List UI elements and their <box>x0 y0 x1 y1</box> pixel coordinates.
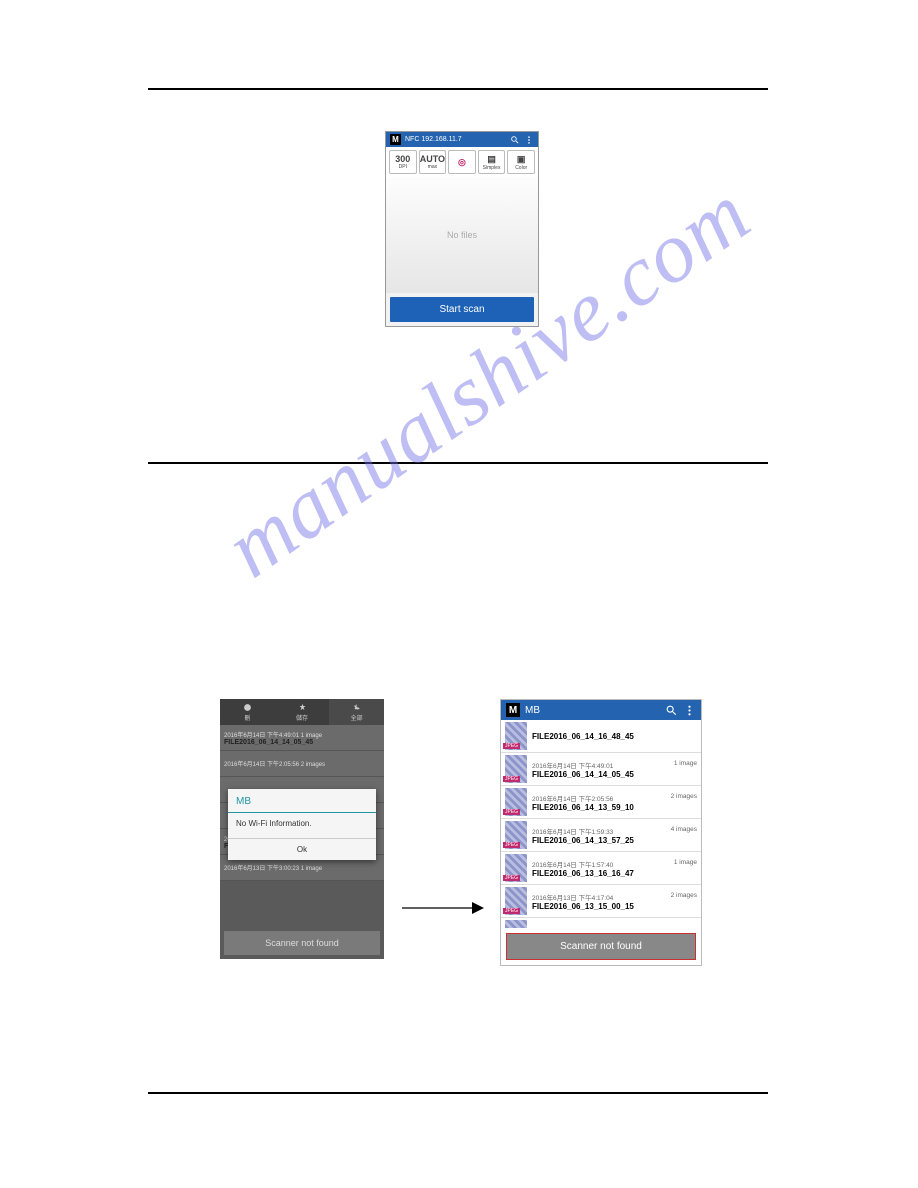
tab-delete[interactable]: 刪 <box>220 699 275 725</box>
tab-all[interactable]: 全部 <box>329 699 384 725</box>
scanner-status-button[interactable]: Scanner not found <box>506 933 696 960</box>
divider-bot <box>148 1092 768 1094</box>
dialog-message: No Wi-Fi Information. <box>228 819 376 838</box>
simplex-option[interactable]: ▤Simplex <box>478 150 506 174</box>
thumbnail-icon <box>505 854 527 882</box>
app-title: MB <box>525 705 540 716</box>
more-icon[interactable] <box>683 704 696 717</box>
divider-top <box>148 88 768 90</box>
thumbnail-icon <box>505 821 527 849</box>
list-item[interactable]: 2016年6月13日 下午4:17:042 imagesFILE2016_06_… <box>501 885 701 918</box>
app-bar: M MB <box>501 700 701 720</box>
search-icon[interactable] <box>665 704 678 717</box>
phone-screenshot-2: 刪 儲存 全部 2016年6月14日 下午4:49:01 1 imageFILE… <box>220 699 384 959</box>
scanner-status-button[interactable]: Scanner not found <box>224 931 380 955</box>
thumbnail-icon <box>505 722 527 750</box>
phone-screenshot-1: M NFC 192.168.11.7 300DPI AUTOmax ◎ ▤Sim… <box>385 131 539 327</box>
thumbnail-icon <box>505 788 527 816</box>
list-item[interactable]: FILE2016_06_14_16_48_45 <box>501 720 701 753</box>
list-item[interactable]: 2016年6月13日 下午3:00:231 image <box>501 918 701 928</box>
empty-state: No files <box>386 177 538 293</box>
list-item[interactable]: 2016年6月14日 下午1:57:401 imageFILE2016_06_1… <box>501 852 701 885</box>
app-bar: M NFC 192.168.11.7 <box>386 132 538 147</box>
list-item[interactable]: 2016年6月14日 下午2:05:562 imagesFILE2016_06_… <box>501 786 701 819</box>
search-icon[interactable] <box>510 135 520 145</box>
app-logo-icon: M <box>390 134 401 145</box>
file-list: FILE2016_06_14_16_48_45 2016年6月14日 下午4:4… <box>501 720 701 928</box>
color-option[interactable]: ▣Color <box>507 150 535 174</box>
dialog-ok-button[interactable]: Ok <box>228 838 376 860</box>
scan-options-row: 300DPI AUTOmax ◎ ▤Simplex ▣Color <box>386 147 538 177</box>
ip-address: NFC 192.168.11.7 <box>405 136 462 143</box>
auto-option[interactable]: AUTOmax <box>419 150 447 174</box>
thumbnail-icon <box>505 920 527 928</box>
phone-screenshot-3: M MB FILE2016_06_14_16_48_45 2016年6月14日 … <box>500 699 702 966</box>
start-scan-button[interactable]: Start scan <box>390 297 534 322</box>
alert-dialog: MB No Wi-Fi Information. Ok <box>228 789 376 860</box>
list-item[interactable]: 2016年6月14日 下午1:59:334 imagesFILE2016_06_… <box>501 819 701 852</box>
thumbnail-icon <box>505 887 527 915</box>
list-item[interactable]: 2016年6月14日 下午4:49:011 imageFILE2016_06_1… <box>501 753 701 786</box>
dialog-title: MB <box>228 789 376 812</box>
tab-save[interactable]: 儲存 <box>275 699 330 725</box>
more-icon[interactable] <box>524 135 534 145</box>
dpi-option[interactable]: 300DPI <box>389 150 417 174</box>
app-logo-icon: M <box>506 703 520 717</box>
format-option[interactable]: ◎ <box>448 150 476 174</box>
list-item: 2016年6月14日 下午2:05:56 2 images <box>220 751 384 777</box>
divider-mid <box>148 462 768 464</box>
thumbnail-icon <box>505 755 527 783</box>
tabs-row: 刪 儲存 全部 <box>220 699 384 725</box>
list-item: 2016年6月14日 下午4:49:01 1 imageFILE2016_06_… <box>220 725 384 751</box>
arrow-icon <box>402 898 484 923</box>
